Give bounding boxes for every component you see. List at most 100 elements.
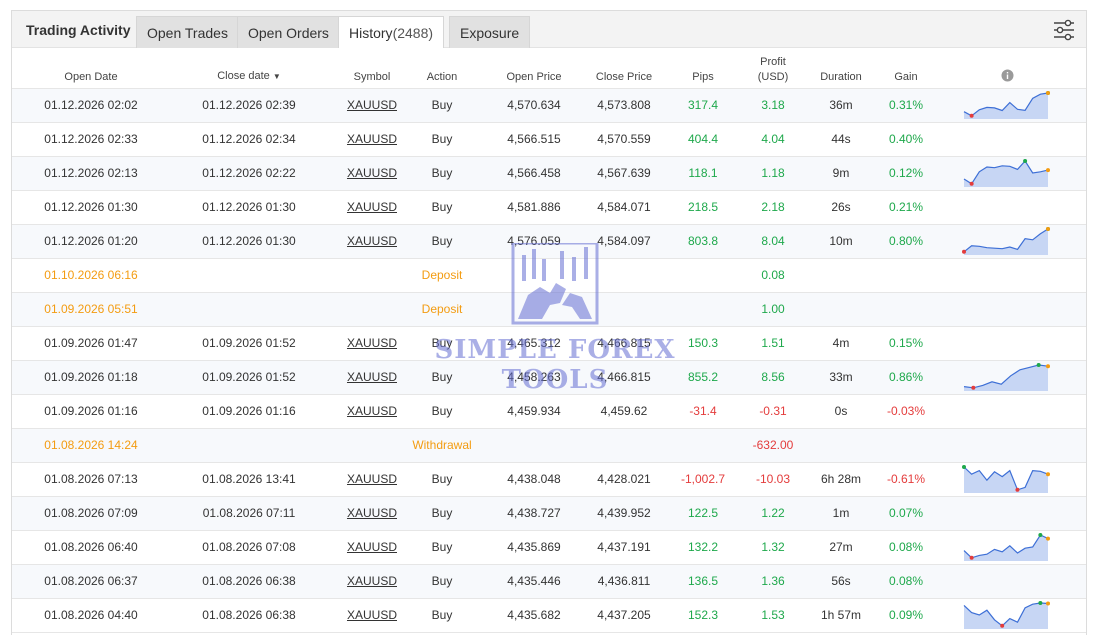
close-price-cell: 4,466.815	[597, 336, 651, 350]
close-date-cell: 01.12.2026 02:39	[202, 98, 296, 112]
profit-cell: -10.03	[755, 472, 791, 486]
action-cell: Buy	[431, 200, 453, 214]
open-date-cell: 01.09.2026 01:47	[44, 336, 138, 350]
sparkline-area	[964, 161, 1048, 187]
header-pips[interactable]: Pips	[664, 71, 742, 83]
open-price-cell: 4,438.048	[507, 472, 561, 486]
profit-cell: 1.51	[761, 336, 785, 350]
open-date-cell: 01.08.2026 06:40	[44, 540, 138, 554]
open-date-cell: 01.08.2026 04:40	[44, 608, 138, 622]
table-header: Open Date Close date ▼ Symbol Action Ope…	[12, 49, 1086, 89]
pips-cell: 152.3	[687, 608, 719, 622]
close-price-cell: 4,567.639	[597, 166, 651, 180]
table-row[interactable]: 01.09.2026 01:18 01.09.2026 01:52 XAUUSD Bu…	[12, 361, 1086, 395]
gain-cell: 0.40%	[888, 132, 924, 146]
table-row[interactable]: 01.09.2026 01:16 01.09.2026 01:16 XAUUSD Bu…	[12, 395, 1086, 429]
table-row[interactable]: 01.12.2026 01:30 01.12.2026 01:30 XAUUSD Bu…	[12, 191, 1086, 225]
profit-cell: 1.36	[761, 574, 785, 588]
close-date-cell: 01.09.2026 01:16	[202, 404, 296, 418]
pips-cell: -1,002.7	[680, 472, 726, 486]
transfer-row[interactable]: 01.10.2026 06:16 Deposit 0.08	[12, 259, 1086, 293]
pips-cell: 122.5	[687, 506, 719, 520]
profit-cell: 1.53	[761, 608, 785, 622]
action-cell: Buy	[431, 132, 453, 146]
profit-cell: 1.18	[761, 166, 785, 180]
action-cell: Buy	[431, 234, 453, 248]
table-row[interactable]: 01.08.2026 04:40 01.08.2026 06:38 XAUUSD Bu…	[12, 599, 1086, 633]
action-cell: Buy	[431, 540, 453, 554]
table-row[interactable]: 01.08.2026 07:09 01.08.2026 07:11 XAUUSD Bu…	[12, 497, 1086, 531]
action-cell: Buy	[431, 370, 453, 384]
pips-cell: 317.4	[687, 98, 719, 112]
header-gain[interactable]: Gain	[868, 71, 944, 83]
transfer-date-cell: 01.10.2026 06:16	[44, 268, 138, 282]
gain-cell: -0.61%	[886, 472, 926, 486]
header-action[interactable]: Action	[400, 71, 484, 83]
sparkline-min-point	[969, 113, 974, 118]
action-cell: Buy	[431, 404, 453, 418]
open-date-cell: 01.12.2026 02:02	[44, 98, 138, 112]
header-close-price[interactable]: Close Price	[580, 71, 668, 83]
transfer-type-cell: Deposit	[421, 268, 463, 282]
header-profit-label: Profit	[760, 56, 786, 68]
pips-cell: 132.2	[687, 540, 719, 554]
table-row[interactable]: 01.08.2026 06:40 01.08.2026 07:08 XAUUSD Bu…	[12, 531, 1086, 565]
open-date-cell: 01.12.2026 02:33	[44, 132, 138, 146]
sort-desc-icon: ▼	[272, 72, 281, 81]
close-date-cell: 01.08.2026 13:41	[202, 472, 296, 486]
tab-open-orders[interactable]: Open Orders	[237, 16, 340, 48]
transfer-type-cell: Deposit	[421, 302, 463, 316]
close-price-cell: 4,428.021	[597, 472, 651, 486]
info-icon[interactable]	[1001, 69, 1014, 82]
gain-cell: 0.09%	[888, 608, 924, 622]
open-price-cell: 4,458.263	[507, 370, 561, 384]
close-price-cell: 4,466.815	[597, 370, 651, 384]
close-price-cell: 4,570.559	[597, 132, 651, 146]
table-row[interactable]: 01.12.2026 02:13 01.12.2026 02:22 XAUUSD Bu…	[12, 157, 1086, 191]
tab-history-count: (2488)	[392, 25, 434, 41]
close-date-cell: 01.08.2026 06:38	[202, 608, 296, 622]
sparkline-last-point	[1046, 472, 1050, 477]
pips-cell: 218.5	[687, 200, 719, 214]
gain-cell: 0.31%	[888, 98, 924, 112]
sparkline-last-point	[1046, 227, 1050, 231]
sliders-icon[interactable]	[1052, 19, 1076, 41]
sparkline-area	[964, 229, 1048, 255]
open-date-cell: 01.12.2026 01:20	[44, 234, 138, 248]
open-date-cell: 01.12.2026 01:30	[44, 200, 138, 214]
table-row[interactable]: 01.12.2026 02:33 01.12.2026 02:34 XAUUSD Bu…	[12, 123, 1086, 157]
table-row[interactable]: 01.12.2026 02:02 01.12.2026 02:39 XAUUSD Bu…	[12, 89, 1086, 123]
sparkline-area	[964, 603, 1048, 629]
sparkline-area	[964, 535, 1048, 561]
tab-exposure[interactable]: Exposure	[449, 16, 531, 48]
close-date-cell: 01.08.2026 06:38	[202, 574, 296, 588]
tab-history[interactable]: History(2488)	[338, 16, 445, 48]
sparkline-min-point	[962, 249, 966, 254]
header-profit[interactable]: Profit (USD)	[734, 55, 812, 85]
sparkline-max-point	[1038, 601, 1043, 605]
open-price-cell: 4,570.634	[507, 98, 561, 112]
close-date-cell: 01.12.2026 02:22	[202, 166, 296, 180]
gain-cell: 0.21%	[888, 200, 924, 214]
transfer-row[interactable]: 01.08.2026 14:24 Withdrawal -632.00	[12, 429, 1086, 463]
sparkline-max-point	[1038, 533, 1043, 537]
table-row[interactable]: 01.12.2026 01:20 01.12.2026 01:30 XAUUSD Bu…	[12, 225, 1086, 259]
header-open-price[interactable]: Open Price	[490, 71, 578, 83]
sparkline-chart	[962, 599, 1054, 632]
table-row[interactable]: 01.08.2026 06:37 01.08.2026 06:38 XAUUSD Bu…	[12, 565, 1086, 599]
action-cell: Buy	[431, 574, 453, 588]
close-date-cell: 01.09.2026 01:52	[202, 336, 296, 350]
table-row[interactable]: 01.08.2026 07:13 01.08.2026 13:41 XAUUSD Bu…	[12, 463, 1086, 497]
transfer-type-cell: Withdrawal	[412, 438, 472, 452]
profit-cell: 8.56	[761, 370, 785, 384]
header-open-date[interactable]: Open Date	[12, 71, 170, 83]
tab-open-trades[interactable]: Open Trades	[136, 16, 239, 48]
sparkline-max-point	[1036, 363, 1041, 367]
header-close-date[interactable]: Close date ▼	[170, 70, 328, 82]
gain-cell: 0.15%	[888, 336, 924, 350]
transfer-row[interactable]: 01.09.2026 05:51 Deposit 1.00	[12, 293, 1086, 327]
sparkline-last-point	[1046, 91, 1050, 95]
open-price-cell: 4,576.059	[507, 234, 561, 248]
table-row[interactable]: 01.09.2026 01:47 01.09.2026 01:52 XAUUSD Bu…	[12, 327, 1086, 361]
open-price-cell: 4,566.515	[507, 132, 561, 146]
